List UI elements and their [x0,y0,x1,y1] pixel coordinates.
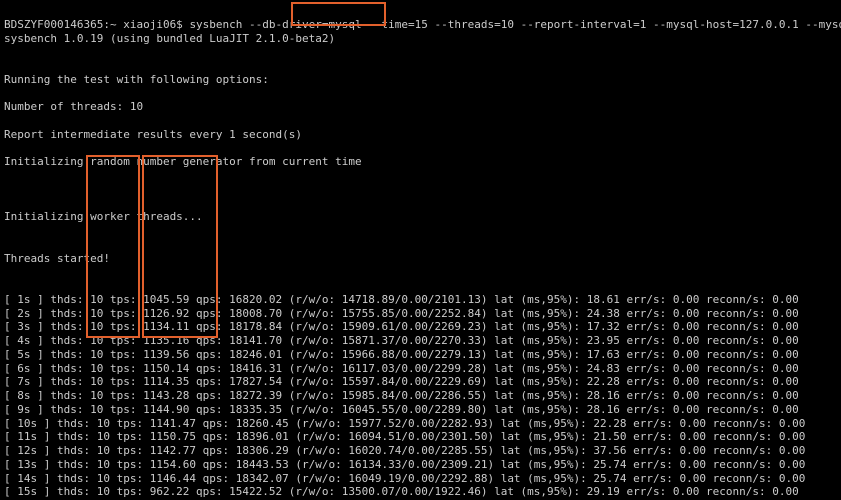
version-line: sysbench 1.0.19 (using bundled LuaJIT 2.… [4,32,837,46]
report-row: [ 3s ] thds: 10 tps: 1134.11 qps: 18178.… [4,320,837,334]
report-block: [ 1s ] thds: 10 tps: 1045.59 qps: 16820.… [4,293,837,499]
options-header: Running the test with following options: [4,73,837,87]
report-row: [ 4s ] thds: 10 tps: 1135.16 qps: 18141.… [4,334,837,348]
prompt-text: BDSZYF000146365:~ xiaoji06$ [4,18,189,31]
report-row: [ 13s ] thds: 10 tps: 1154.60 qps: 18443… [4,458,837,472]
report-row: [ 6s ] thds: 10 tps: 1150.14 qps: 18416.… [4,362,837,376]
report-row: [ 9s ] thds: 10 tps: 1144.90 qps: 18335.… [4,403,837,417]
init-workers-line: Initializing worker threads... [4,210,837,224]
shell-prompt: BDSZYF000146365:~ xiaoji06$ sysbench --d… [4,18,841,31]
rng-line: Initializing random number generator fro… [4,155,837,169]
report-interval-line: Report intermediate results every 1 seco… [4,128,837,142]
report-row: [ 5s ] thds: 10 tps: 1139.56 qps: 18246.… [4,348,837,362]
report-row: [ 2s ] thds: 10 tps: 1126.92 qps: 18008.… [4,307,837,321]
report-row: [ 7s ] thds: 10 tps: 1114.35 qps: 17827.… [4,375,837,389]
report-row: [ 11s ] thds: 10 tps: 1150.75 qps: 18396… [4,430,837,444]
report-row: [ 1s ] thds: 10 tps: 1045.59 qps: 16820.… [4,293,837,307]
command-text: sysbench --db-driver=mysql --time=15 --t… [189,18,841,31]
threads-line: Number of threads: 10 [4,100,837,114]
report-row: [ 8s ] thds: 10 tps: 1143.28 qps: 18272.… [4,389,837,403]
report-row: [ 14s ] thds: 10 tps: 1146.44 qps: 18342… [4,472,837,486]
terminal[interactable]: BDSZYF000146365:~ xiaoji06$ sysbench --d… [0,0,841,500]
report-row: [ 12s ] thds: 10 tps: 1142.77 qps: 18306… [4,444,837,458]
report-row: [ 10s ] thds: 10 tps: 1141.47 qps: 18260… [4,417,837,431]
report-row: [ 15s ] thds: 10 tps: 962.22 qps: 15422.… [4,485,837,499]
threads-started-line: Threads started! [4,252,837,266]
